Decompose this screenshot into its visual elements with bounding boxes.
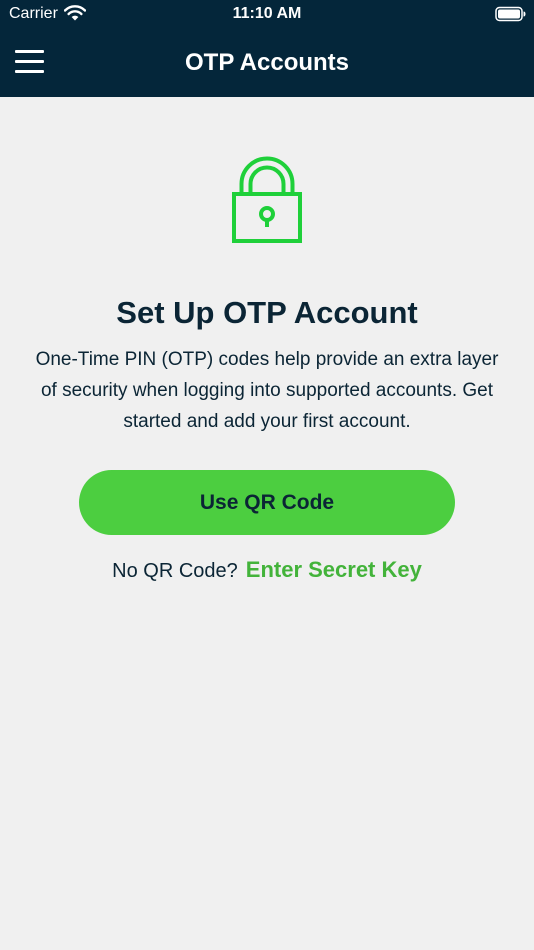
page-title: OTP Accounts (184, 49, 350, 76)
battery-icon (495, 6, 526, 22)
secret-key-row: No QR Code? Enter Secret Key (0, 555, 534, 586)
status-bar: Carrier 11:10 AM (0, 0, 534, 28)
status-time: 11:10 AM (232, 5, 302, 22)
nav-bar: OTP Accounts (0, 28, 534, 97)
setup-description: One-Time PIN (OTP) codes help provide an… (35, 349, 499, 432)
no-qr-code-label: No QR Code? (112, 560, 238, 582)
use-qr-code-button[interactable]: Use QR Code (79, 470, 455, 535)
enter-secret-key-link[interactable]: Enter Secret Key (246, 557, 422, 582)
lock-icon (232, 156, 302, 243)
setup-heading: Set Up OTP Account (116, 295, 418, 330)
app-header: Carrier 11:10 AM OTP Accounts (0, 0, 534, 97)
